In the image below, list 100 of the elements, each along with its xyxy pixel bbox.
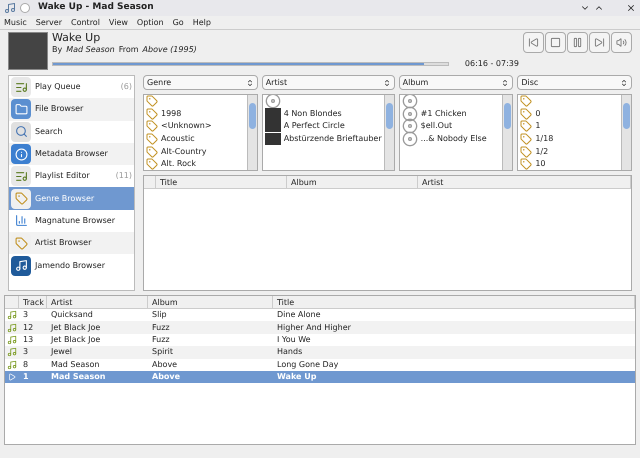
table-cell-text: 12 bbox=[22, 322, 34, 334]
menu-item[interactable]: Control bbox=[71, 16, 100, 28]
table-cell-text: Spirit bbox=[151, 346, 174, 358]
pause-button[interactable] bbox=[567, 32, 588, 53]
skip-forward-icon bbox=[594, 37, 605, 48]
album-art-placeholder bbox=[8, 32, 48, 70]
table-cell-text: Higher And Higher bbox=[276, 322, 352, 334]
column-header[interactable]: Album bbox=[287, 176, 418, 188]
table-cell-text: 8 bbox=[22, 358, 30, 371]
sidebar-icon bbox=[11, 122, 31, 142]
filter-item[interactable]: #1 Chicken bbox=[420, 108, 467, 120]
table-cell-text: Above bbox=[151, 371, 182, 384]
filter-dropdown[interactable]: Genre bbox=[143, 75, 258, 90]
filter-item[interactable]: Alt. Rock bbox=[161, 158, 196, 170]
skip-back-icon bbox=[528, 37, 539, 48]
photo-placeholder bbox=[264, 133, 281, 146]
filter-item[interactable]: 1/2 bbox=[535, 146, 548, 158]
tag-icon bbox=[146, 146, 158, 158]
pause-icon bbox=[572, 37, 583, 48]
playlist-row[interactable]: 3 Jewel Spirit Hands bbox=[5, 346, 635, 359]
sidebar-icon bbox=[11, 99, 31, 120]
item-count: (6) bbox=[120, 81, 132, 94]
sidebar-icon bbox=[11, 188, 31, 209]
filter-dropdown[interactable]: Artist bbox=[262, 75, 395, 90]
play-icon bbox=[8, 373, 16, 382]
album-name: Above (1995) bbox=[142, 44, 197, 56]
sidebar-item[interactable]: Metadata Browser bbox=[9, 142, 134, 166]
close-icon[interactable] bbox=[626, 3, 636, 13]
filter-item[interactable]: Alt-Country bbox=[161, 146, 206, 158]
sidebar-item[interactable]: Artist Browser bbox=[9, 232, 134, 254]
filter-item[interactable]: Acoustic bbox=[161, 133, 195, 146]
tag-icon bbox=[520, 108, 532, 120]
tag-icon bbox=[146, 133, 158, 146]
menu-item[interactable]: Option bbox=[136, 16, 164, 28]
next-button[interactable] bbox=[589, 32, 610, 53]
tag-icon bbox=[520, 133, 532, 146]
filter-item[interactable]: 1 bbox=[535, 120, 540, 132]
playlist-row[interactable]: 8 Mad Season Above Long Gone Day bbox=[5, 358, 635, 371]
scrollbar[interactable] bbox=[502, 95, 512, 170]
sidebar-icon bbox=[11, 144, 31, 164]
music-note-icon bbox=[7, 360, 17, 370]
filter-item[interactable]: <Unknown> bbox=[161, 120, 212, 132]
sidebar-item[interactable]: File Browser bbox=[9, 98, 134, 121]
music-note-icon bbox=[7, 310, 17, 320]
up-down-caret-icon bbox=[246, 78, 254, 86]
table-cell-text: Long Gone Day bbox=[276, 358, 340, 371]
menu-item[interactable]: View bbox=[108, 16, 128, 28]
column-header[interactable]: Artist bbox=[47, 296, 148, 308]
playlist-row[interactable]: 3 Quicksand Slip Dine Alone bbox=[5, 309, 635, 322]
filter-item[interactable]: 1998 bbox=[161, 108, 182, 120]
scrollbar[interactable] bbox=[621, 95, 632, 170]
sidebar-icon bbox=[11, 166, 31, 186]
stop-button[interactable] bbox=[545, 32, 566, 53]
scrollbar[interactable] bbox=[384, 95, 394, 170]
table-cell-text: Mad Season bbox=[50, 371, 106, 384]
previous-button[interactable] bbox=[523, 32, 544, 53]
filter-item[interactable]: ...& Nobody Else bbox=[420, 133, 487, 146]
filter-item[interactable]: 4 Non Blondes bbox=[284, 108, 342, 120]
column-header[interactable]: Artist bbox=[418, 176, 631, 188]
menu-item[interactable]: Go bbox=[172, 16, 184, 28]
table-cell-text: Fuzz bbox=[151, 334, 171, 346]
table-cell-text: Mad Season bbox=[50, 358, 100, 371]
column-header[interactable]: Album bbox=[148, 296, 273, 308]
table-cell-text: 13 bbox=[22, 334, 34, 346]
menu-item[interactable]: Music bbox=[4, 16, 27, 28]
table-cell-text: Quicksand bbox=[50, 309, 94, 322]
filter-item[interactable]: 10 bbox=[535, 158, 546, 170]
disc-icon bbox=[402, 106, 418, 122]
sidebar-item[interactable]: Playlist Editor (11) bbox=[9, 165, 134, 188]
column-header[interactable]: Track bbox=[19, 296, 47, 308]
tag-icon bbox=[520, 120, 532, 132]
music-note-icon bbox=[7, 334, 17, 345]
photo-placeholder bbox=[264, 120, 281, 132]
track-title: Wake Up bbox=[52, 32, 102, 44]
filter-item[interactable]: $ell.Out bbox=[420, 120, 452, 132]
sidebar-item[interactable]: Play Queue (6) bbox=[9, 76, 134, 98]
up-down-caret-icon bbox=[382, 78, 391, 86]
time-readout: 06:16 - 07:39 bbox=[464, 58, 519, 70]
stop-icon bbox=[550, 37, 561, 48]
filter-item[interactable]: Abstürzende Brieftauber bbox=[284, 133, 382, 146]
scrollbar[interactable] bbox=[246, 95, 257, 170]
menu-item[interactable]: Help bbox=[192, 16, 211, 28]
table-cell-text: Jet Black Joe bbox=[50, 322, 102, 334]
column-header[interactable]: Title bbox=[156, 176, 287, 188]
menu-item[interactable]: Server bbox=[36, 16, 62, 28]
filter-item[interactable]: 0 bbox=[535, 108, 540, 120]
window-title: Wake Up - Mad Season bbox=[38, 1, 154, 14]
from-label: From bbox=[118, 44, 139, 56]
volume-button[interactable] bbox=[611, 32, 632, 53]
progress-track[interactable] bbox=[52, 62, 449, 66]
filter-item[interactable]: 1/18 bbox=[535, 133, 554, 146]
tag-icon bbox=[520, 158, 532, 170]
filter-dropdown[interactable]: Album bbox=[398, 75, 514, 90]
column-header[interactable]: Title bbox=[273, 296, 635, 308]
table-cell-text: Jewel bbox=[50, 346, 73, 358]
sidebar-item[interactable]: Search bbox=[9, 120, 134, 143]
filter-item[interactable]: A Perfect Circle bbox=[284, 120, 345, 132]
tag-icon bbox=[146, 95, 158, 108]
filter-dropdown[interactable]: Disc bbox=[517, 75, 632, 90]
playlist-row[interactable]: 12 Jet Black Joe Fuzz Higher And Higher bbox=[5, 321, 635, 334]
